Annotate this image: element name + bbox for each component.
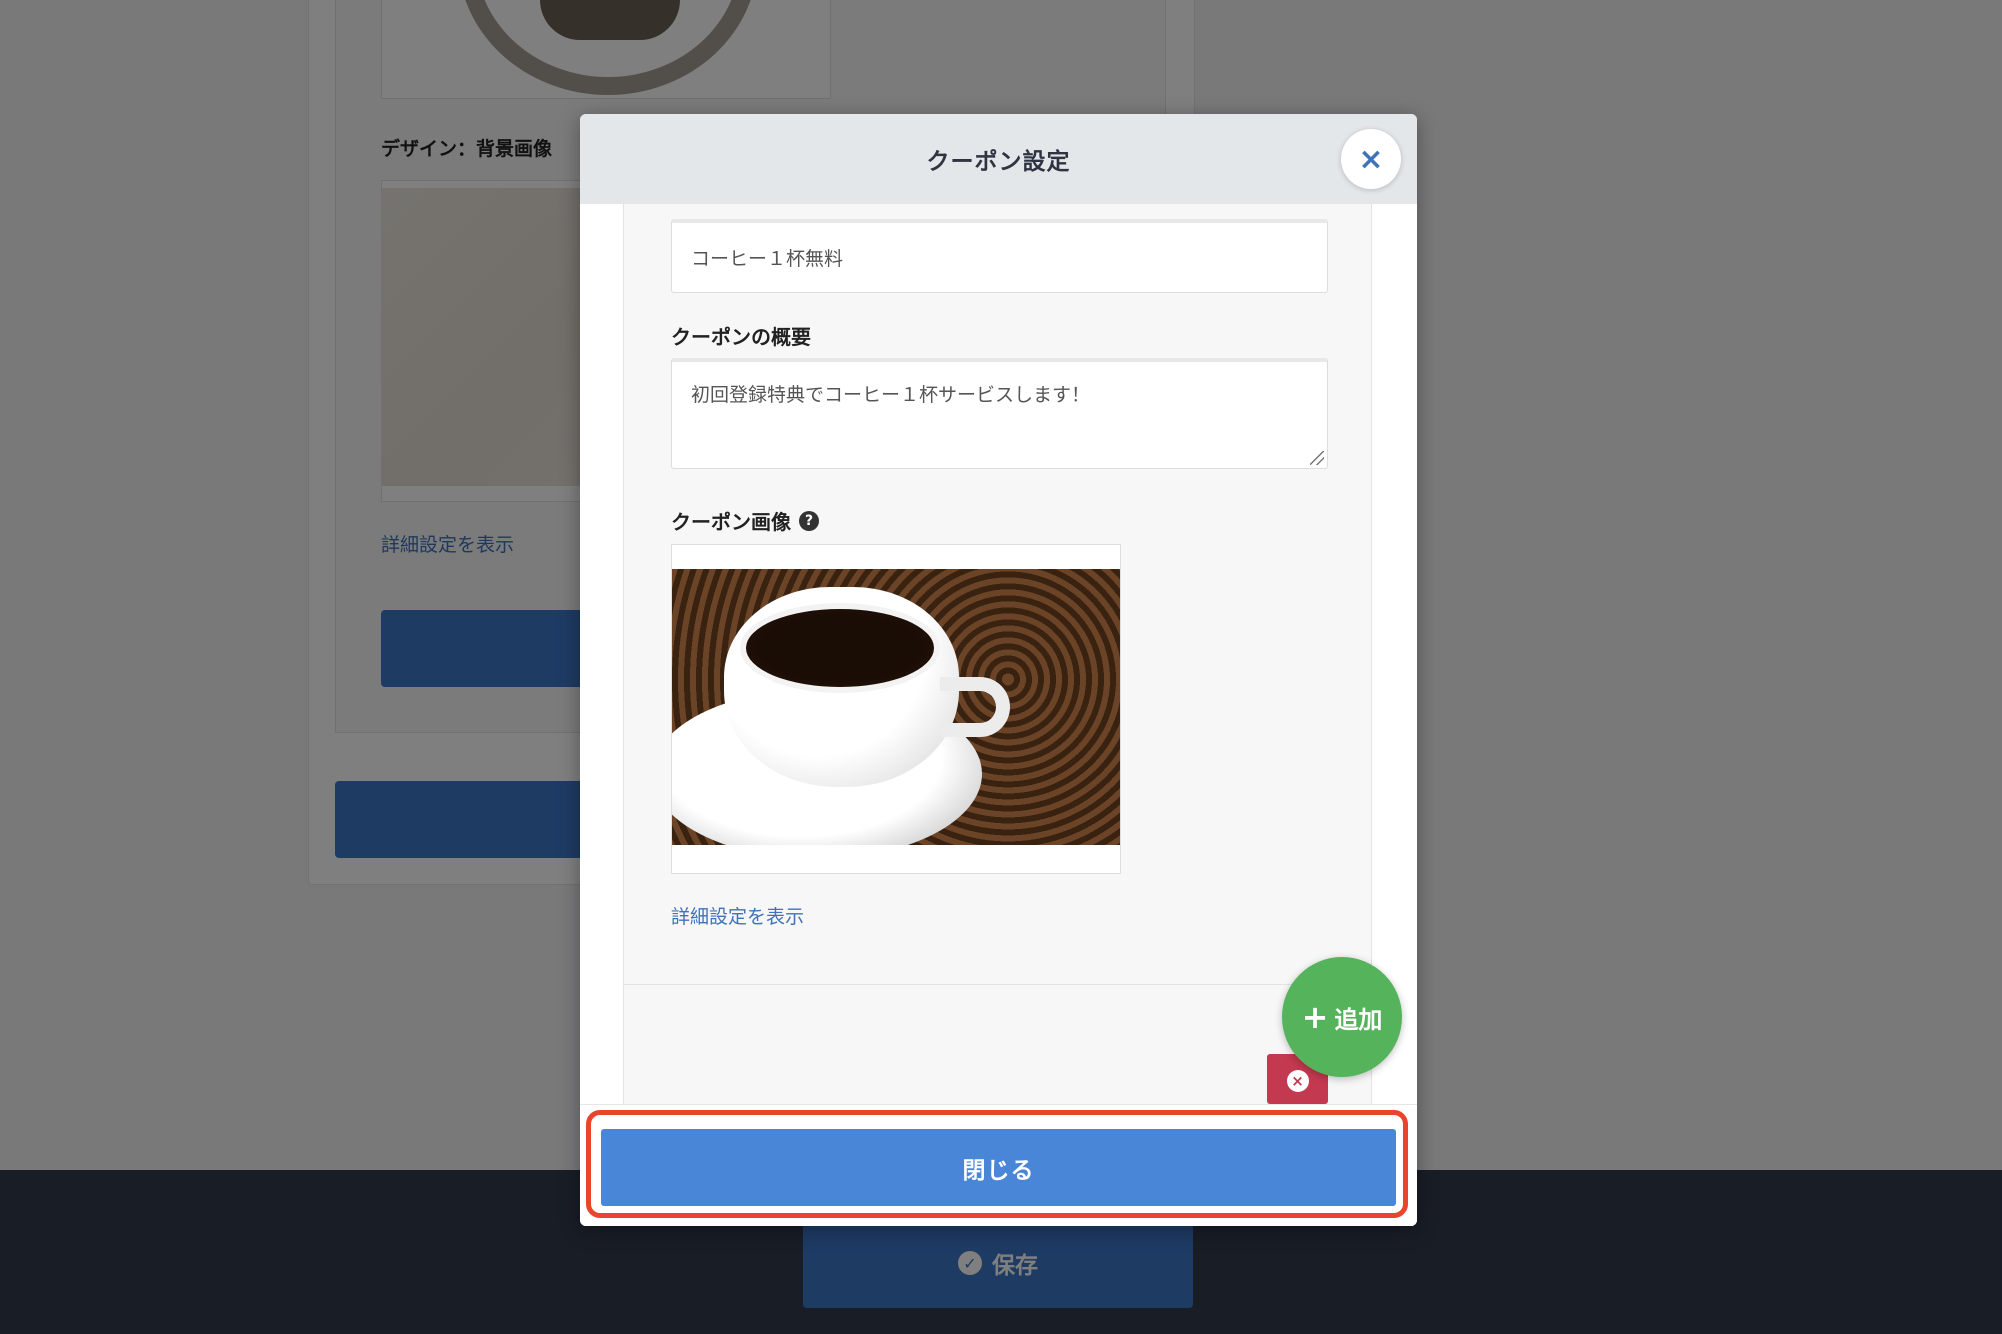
modal-footer: 閉じる	[580, 1104, 1417, 1226]
coupon-summary-textarea[interactable]: 初回登録特典でコーヒー１杯サービスします！	[671, 358, 1328, 469]
modal-title: クーポン設定	[926, 149, 1071, 175]
modal-header: クーポン設定 ×	[580, 114, 1417, 204]
coupon-summary-text: 初回登録特典でコーヒー１杯サービスします！	[691, 384, 1091, 406]
coupon-image-label: クーポン画像 ?	[671, 506, 819, 535]
close-icon[interactable]: ×	[1341, 129, 1401, 189]
cup-handle	[940, 677, 1010, 737]
coupon-summary-label: クーポンの概要	[671, 325, 811, 349]
times-circle-icon: ×	[1286, 1070, 1309, 1092]
coupon-settings-modal: クーポン設定 × コーヒー１杯無料 クーポンの概要 初回登録特典でコーヒー１杯サ…	[580, 114, 1417, 1226]
coupon-image-coffee	[672, 569, 1120, 845]
add-label: 追加	[1334, 1005, 1383, 1034]
coffee-surface	[740, 603, 940, 693]
plus-icon: +	[1301, 998, 1329, 1036]
resize-handle-icon[interactable]	[1310, 451, 1324, 465]
question-circle-icon[interactable]: ?	[799, 510, 819, 531]
add-button[interactable]: + 追加	[1282, 957, 1402, 1077]
coupon-name-input[interactable]: コーヒー１杯無料	[671, 219, 1328, 293]
detail-settings-link[interactable]: 詳細設定を表示	[671, 902, 804, 929]
coupon-image-label-text: クーポン画像	[671, 510, 791, 534]
close-button[interactable]: 閉じる	[601, 1129, 1396, 1206]
